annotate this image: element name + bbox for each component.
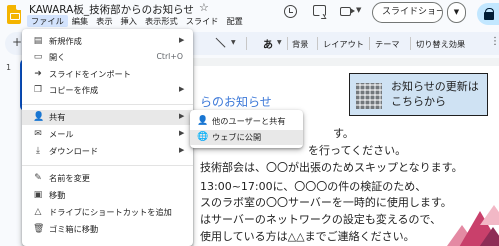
toolbar-divider [369, 37, 370, 50]
menu-item-make-copy[interactable]: ❐ コピーを作成 ▶ [22, 83, 193, 98]
banner-text-line1: お知らせの更新は [391, 80, 479, 93]
banner-text-line2: こちらから [391, 95, 446, 108]
slideshow-button[interactable]: スライドショー [372, 2, 443, 23]
menu-view[interactable]: 表示 [92, 15, 116, 27]
star-icon[interactable]: ☆ [199, 1, 209, 14]
menu-insert[interactable]: 挿入 [117, 15, 141, 27]
more-options-icon[interactable]: ⋮ [490, 36, 499, 47]
rename-icon: ✎ [34, 173, 42, 183]
globe-icon: 🌐 [197, 132, 209, 142]
folder-open-icon: ▭ [33, 52, 43, 62]
slide-number: 1 [6, 63, 12, 72]
slides-app-icon[interactable] [7, 5, 21, 24]
menu-file[interactable]: ファイル [27, 15, 68, 27]
qr-code-overlay [356, 83, 382, 109]
download-icon: ⤓ [36, 146, 40, 156]
history-icon[interactable] [284, 5, 297, 18]
decorative-shapes [420, 205, 499, 246]
menu-item-download[interactable]: ⤓ ダウンロード ▶ [22, 144, 193, 159]
slide-heading[interactable]: らのお知らせ [200, 93, 272, 110]
chevron-right-icon: ▶ [179, 85, 185, 93]
chevron-down-icon[interactable]: ▼ [277, 39, 282, 46]
slideshow-dropdown-button[interactable]: ▼ [447, 2, 466, 23]
menu-item-open[interactable]: ▭ 開く Ctrl+O [22, 50, 193, 65]
menu-item-add-shortcut[interactable]: △ ドライブにショートカットを追加 [22, 205, 193, 220]
comment-icon[interactable] [313, 5, 326, 16]
menu-format[interactable]: 表示形式 [141, 15, 182, 27]
share-submenu: 👤 他のユーザーと共有 🌐 ウェブに公開 [190, 110, 303, 148]
banner-text: お知らせの更新は こちらから [391, 79, 479, 109]
import-icon: ➜ [34, 69, 42, 79]
drive-shortcut-icon: △ [34, 207, 42, 217]
menu-divider [22, 165, 193, 166]
body-line: 使用している方は△△までご連絡ください。 [200, 230, 415, 243]
menu-item-new[interactable]: ▤ 新規作成 ▶ [22, 34, 193, 49]
chevron-right-icon: ▶ [179, 36, 185, 44]
body-line: はサーバーのネットワークの設定も変えるので、 [200, 213, 442, 226]
person-add-icon: 👤 [33, 112, 45, 122]
trash-icon: 🗑 [33, 224, 45, 234]
video-icon[interactable] [340, 7, 355, 16]
chevron-right-icon: ▶ [179, 112, 185, 120]
chevron-right-icon: ▶ [179, 129, 185, 137]
layout-button[interactable]: レイアウト [323, 38, 364, 50]
header: KAWARA板_技術部からのお知らせ ☆ ファイル 編集 表示 挿入 表示形式 … [0, 0, 499, 30]
menu-item-trash[interactable]: 🗑 ゴミ箱に移動 [22, 222, 193, 237]
line-tool-icon[interactable] [215, 37, 226, 48]
toolbar-divider [410, 37, 411, 50]
menu-item-share[interactable]: 👤 共有 ▶ [22, 110, 193, 125]
new-doc-icon: ▤ [33, 36, 43, 46]
add-icon[interactable]: + [12, 35, 22, 49]
body-line: 13:00~17:00に、〇〇〇の件の検証のため、 [200, 180, 427, 193]
body-line: す。 [333, 127, 354, 140]
toolbar-divider [287, 37, 288, 50]
menu-bar: ファイル 編集 表示 挿入 表示形式 スライド 配置 [27, 15, 247, 27]
submenu-item-publish-to-web[interactable]: 🌐 ウェブに公開 [190, 130, 303, 145]
mail-icon: ✉ [34, 129, 42, 139]
text-color-icon[interactable]: あ [263, 36, 273, 51]
body-line: スのラボ室の〇〇サーバーを一時的に使用します。 [200, 196, 452, 209]
submenu-item-share-with-others[interactable]: 👤 他のユーザーと共有 [190, 114, 303, 129]
menu-item-import-slides[interactable]: ➜ スライドをインポート [22, 67, 193, 82]
share-lock-icon[interactable] [477, 3, 499, 25]
body-line: を行ってください。 [308, 144, 407, 157]
menu-edit[interactable]: 編集 [68, 15, 92, 27]
move-icon: ▣ [33, 190, 43, 200]
copy-icon: ❐ [33, 85, 43, 95]
background-button[interactable]: 背景 [292, 38, 308, 50]
person-add-icon: 👤 [197, 116, 209, 126]
menu-item-email[interactable]: ✉ メール ▶ [22, 127, 193, 142]
menu-item-move[interactable]: ▣ 移動 [22, 188, 193, 203]
menu-divider [22, 104, 193, 105]
body-line: 技術部会は、〇〇が出張のためスキップとなります。 [200, 161, 463, 174]
chevron-down-icon[interactable]: ▼ [356, 6, 361, 14]
transition-button[interactable]: 切り替え効果 [416, 38, 465, 50]
menu-item-rename[interactable]: ✎ 名前を変更 [22, 171, 193, 186]
menu-slide[interactable]: スライド [182, 15, 223, 27]
toolbar-divider [317, 37, 318, 50]
menu-arrange[interactable]: 配置 [222, 15, 246, 27]
file-menu-dropdown: ▤ 新規作成 ▶ ▭ 開く Ctrl+O ➜ スライドをインポート ❐ コピーを… [22, 29, 193, 246]
theme-button[interactable]: テーマ [375, 38, 400, 50]
chevron-down-icon[interactable]: ▼ [231, 39, 236, 46]
toolbar-divider [246, 37, 247, 50]
chevron-right-icon: ▶ [179, 146, 185, 154]
